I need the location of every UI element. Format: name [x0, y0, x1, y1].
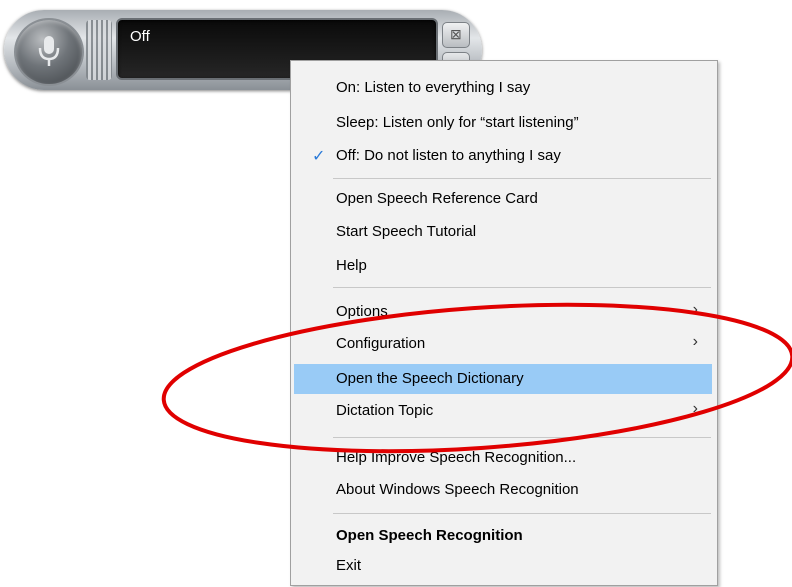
menu-separator: [333, 513, 711, 514]
menu-separator: [333, 437, 711, 438]
chevron-right-icon: ›: [692, 333, 698, 350]
menu-item-label: Open Speech Reference Card: [336, 190, 538, 207]
menu-item-label: About Windows Speech Recognition: [336, 481, 579, 498]
menu-item-label: Start Speech Tutorial: [336, 223, 477, 240]
menu-item-label: Help: [336, 257, 367, 274]
chevron-right-icon: ›: [692, 301, 698, 318]
menu-item-label: Off: Do not listen to anything I say: [336, 147, 561, 164]
menu-item-label: Configuration: [336, 335, 426, 352]
menu-item-exit[interactable]: Exit: [294, 551, 712, 581]
menu-item-options[interactable]: Options ›: [294, 297, 712, 327]
menu-item-label: Help Improve Speech Recognition...: [336, 449, 577, 466]
menu-item-open-speech-recognition[interactable]: Open Speech Recognition: [294, 521, 712, 551]
chevron-right-icon: ›: [692, 400, 698, 417]
menu-item-label: Options: [336, 303, 388, 320]
menu-item-label: Open the Speech Dictionary: [336, 370, 524, 387]
menu-item-configuration[interactable]: Configuration ›: [294, 329, 712, 359]
context-menu: On: Listen to everything I say Sleep: Li…: [290, 60, 718, 586]
drag-grip[interactable]: [86, 20, 112, 80]
menu-item-on[interactable]: On: Listen to everything I say: [294, 73, 712, 103]
menu-item-label: Exit: [336, 557, 362, 574]
menu-item-sleep[interactable]: Sleep: Listen only for “start listening”: [294, 108, 712, 138]
menu-item-improve-recognition[interactable]: Help Improve Speech Recognition...: [294, 443, 712, 473]
close-icon: ⊠: [450, 26, 462, 42]
menu-item-dictation-topic[interactable]: Dictation Topic ›: [294, 396, 712, 426]
menu-item-tutorial[interactable]: Start Speech Tutorial: [294, 217, 712, 247]
menu-item-label: Open Speech Recognition: [336, 527, 523, 544]
menu-separator: [333, 178, 711, 179]
close-button[interactable]: ⊠: [442, 22, 470, 48]
menu-item-label: Sleep: Listen only for “start listening”: [336, 114, 579, 131]
menu-item-label: On: Listen to everything I say: [336, 79, 531, 96]
menu-item-about[interactable]: About Windows Speech Recognition: [294, 475, 712, 505]
menu-separator: [333, 287, 711, 288]
menu-item-label: Dictation Topic: [336, 402, 434, 419]
menu-item-speech-dictionary[interactable]: Open the Speech Dictionary: [294, 364, 712, 394]
microphone-icon: [38, 36, 60, 66]
menu-item-reference-card[interactable]: Open Speech Reference Card: [294, 184, 712, 214]
microphone-button[interactable]: [14, 18, 84, 86]
status-text: Off: [130, 28, 150, 45]
menu-item-off[interactable]: ✓ Off: Do not listen to anything I say: [294, 141, 712, 171]
checkmark-icon: ✓: [312, 148, 326, 165]
menu-item-help[interactable]: Help: [294, 251, 712, 281]
